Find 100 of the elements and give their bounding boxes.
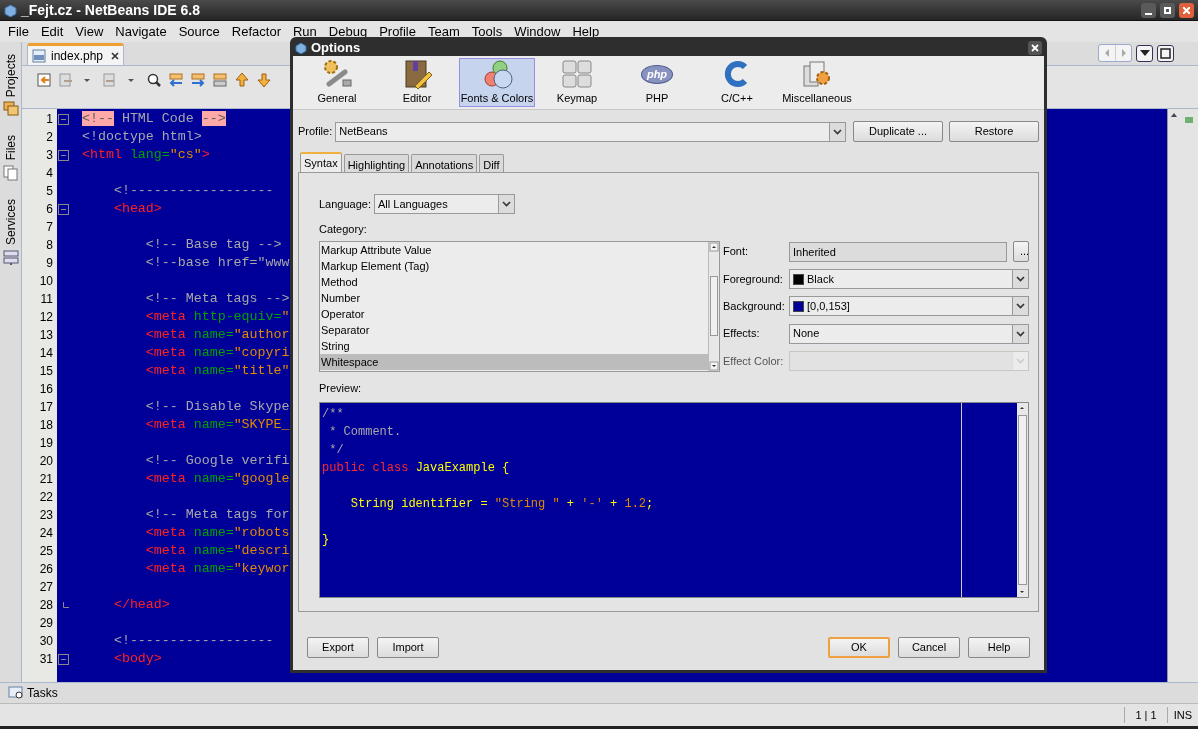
close-button[interactable] [1028, 41, 1042, 55]
scroll-thumb[interactable] [710, 276, 718, 336]
down-arrow-icon[interactable] [256, 72, 272, 88]
forward-icon[interactable] [102, 72, 118, 88]
list-item[interactable]: Operator [320, 305, 708, 322]
list-item[interactable]: String [320, 337, 708, 354]
cancel-button[interactable]: Cancel [898, 637, 960, 658]
close-tab-button[interactable] [111, 51, 120, 60]
settings-tab[interactable]: Highlighting [343, 154, 410, 172]
help-button[interactable]: Help [968, 637, 1030, 658]
import-button[interactable]: Import [377, 637, 439, 658]
settings-tab[interactable]: Diff [479, 154, 504, 172]
menu-item[interactable]: Window [508, 21, 567, 42]
minimize-button[interactable] [1141, 2, 1156, 18]
category-list[interactable]: Markup Attribute Value Markup Element (Tag) Method Number Operator Separator String Whitespace [319, 240, 720, 372]
fold-icon[interactable] [58, 653, 69, 665]
preview-scrollbar[interactable] [1017, 403, 1028, 597]
close-button[interactable] [1179, 2, 1194, 18]
status-mark-icon [1185, 117, 1193, 123]
menu-item[interactable]: View [69, 21, 110, 42]
code-line: <!-- Meta tags --> [144, 290, 290, 308]
file-tab[interactable]: index.php [27, 43, 125, 65]
caret-icon [833, 128, 842, 135]
line-number: 7 [45, 219, 54, 236]
caret-icon [502, 201, 511, 207]
menu-item[interactable]: File [2, 21, 35, 42]
fold-end-icon [63, 602, 69, 608]
line-number: 20 [38, 453, 54, 470]
menu-item[interactable]: Help [566, 21, 606, 42]
category-tab[interactable]: Fonts & Colors [459, 58, 535, 107]
list-item[interactable]: Whitespace [320, 353, 708, 370]
font-field[interactable]: Inherited [789, 241, 1007, 262]
maximize-button[interactable] [1160, 2, 1175, 18]
scroll-thumb[interactable] [1018, 415, 1027, 585]
menu-item[interactable]: Debug [322, 21, 374, 42]
back-icon[interactable] [58, 72, 74, 88]
export-button[interactable]: Export [307, 637, 369, 658]
right-arrow-icon[interactable] [190, 72, 206, 88]
preview-label: Preview: [319, 380, 362, 396]
fold-icon[interactable] [58, 113, 69, 125]
menu-item[interactable]: Source [172, 21, 226, 42]
list-item[interactable]: Separator [320, 321, 708, 338]
maximize-editor-button[interactable] [1157, 44, 1174, 62]
line-number: 15 [38, 363, 54, 380]
menu-item[interactable]: Run [286, 21, 323, 42]
line-number: 16 [38, 381, 54, 398]
list-item[interactable]: Markup Element (Tag) [320, 257, 708, 274]
menu-item[interactable]: Refactor [225, 21, 287, 42]
code-line: <meta name="title" [144, 362, 290, 380]
code-line: <meta name="SKYPE_ [144, 416, 290, 434]
profile-dropdown[interactable]: NetBeans [335, 121, 846, 142]
language-dropdown[interactable]: All Languages [374, 194, 515, 214]
category-tab[interactable]: Keymap [539, 58, 615, 107]
php-file-icon [32, 48, 46, 63]
menu-item[interactable]: Navigate [109, 21, 173, 42]
color-dropdown[interactable]: Black [789, 269, 1029, 290]
keyboard-keys-icon [561, 58, 593, 90]
menu-item[interactable]: Edit [34, 21, 70, 42]
side-tab[interactable]: Projects [1, 54, 20, 98]
caret-icon [1016, 330, 1025, 337]
color-dropdown[interactable]: [0,0,153] [789, 296, 1029, 317]
category-tab[interactable]: php PHP [619, 58, 695, 107]
document-list-button[interactable] [1136, 44, 1153, 62]
effects-dropdown[interactable]: None [789, 323, 1029, 344]
jump-icon[interactable] [36, 72, 52, 88]
line-number: 19 [38, 435, 54, 452]
restore-button[interactable]: Restore [949, 121, 1039, 142]
left-arrow-icon[interactable] [168, 72, 184, 88]
duplicate-button[interactable]: Duplicate ... [853, 121, 943, 142]
fold-icon[interactable] [58, 149, 69, 161]
menu-item[interactable]: Tools [465, 21, 509, 42]
category-tab[interactable]: Editor [379, 58, 455, 107]
maximize-icon [1164, 6, 1171, 14]
line-number: 10 [38, 273, 54, 290]
line-number: 28 [38, 597, 54, 614]
list-scrollbar[interactable] [708, 241, 719, 371]
line-number: 9 [45, 255, 54, 272]
ok-button[interactable]: OK [828, 637, 890, 658]
search-icon[interactable] [146, 72, 162, 88]
list-item[interactable]: Number [320, 289, 708, 306]
scrollbar[interactable] [1167, 109, 1180, 682]
tasks-tab[interactable]: Tasks [27, 684, 58, 702]
fold-icon[interactable] [58, 203, 69, 215]
server-icon [2, 248, 19, 265]
category-tab[interactable]: C/C++ [699, 58, 775, 107]
list-item[interactable]: Markup Attribute Value [320, 241, 708, 258]
list-item[interactable]: Method [320, 273, 708, 290]
code-line: <!-- Base tag --> [144, 236, 282, 254]
side-tab[interactable]: Services [1, 198, 20, 245]
right-arrow-icon [1119, 48, 1128, 58]
side-tab[interactable]: Files [1, 135, 20, 161]
highlight-icon[interactable] [212, 72, 228, 88]
menu-item[interactable]: Team [422, 21, 466, 42]
settings-tab[interactable]: Syntax [300, 152, 342, 172]
category-tab[interactable]: Miscellaneous [779, 58, 855, 107]
category-tab[interactable]: General [299, 58, 375, 107]
settings-tab[interactable]: Annotations [411, 154, 478, 172]
menu-item[interactable]: Profile [373, 21, 422, 42]
maximize-icon [1160, 47, 1171, 59]
browse-button[interactable]: ... [1013, 241, 1029, 263]
